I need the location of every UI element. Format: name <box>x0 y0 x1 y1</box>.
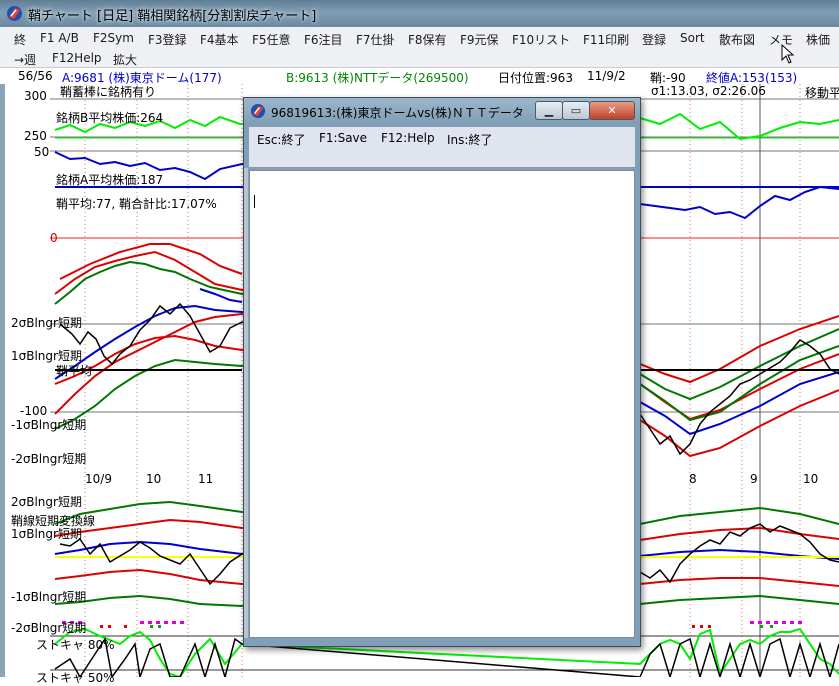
current-date: 11/9/2 <box>587 69 626 83</box>
bb-plus2-label: 2σBlngr短期 <box>11 316 82 330</box>
dialog-menu-save[interactable]: F1:Save <box>319 131 367 145</box>
close-button[interactable]: ✕ <box>589 101 635 120</box>
window-title: 鞘チャート [日足] 鞘相関銘柄[分割割戻チャート] <box>28 9 317 24</box>
bb2-plus2-label: 2σBlngr短期 <box>11 495 82 509</box>
y-tick-50: 50 <box>34 145 50 159</box>
x-tick-10b: 10 <box>803 472 819 486</box>
menu-f5-any[interactable]: F5任意 <box>252 31 291 48</box>
avg-a-label: 銘柄A平均株価:187 <box>56 173 164 187</box>
mouse-cursor-icon <box>781 44 795 64</box>
menu-f4-basic[interactable]: F4基本 <box>200 31 239 48</box>
moving-avg-label: 移動平 <box>805 86 839 100</box>
minimize-button[interactable]: ▁ <box>535 101 563 120</box>
y-tick-300: 300 <box>24 89 47 103</box>
sigma-values: σ1:13.03, σ2:26.06 <box>651 84 766 98</box>
bb2-minus2-label: -2σBlngr短期 <box>11 621 87 635</box>
bar-note-label: 鞘蓄棒に銘柄有り <box>60 85 157 99</box>
app-icon <box>7 6 22 21</box>
dialog-menu-esc-exit[interactable]: Esc:終了 <box>257 131 305 148</box>
menu-register[interactable]: 登録 <box>642 31 666 48</box>
spread-avg-label: 鞘平均:77, 鞘合計比:17.07% <box>56 197 217 211</box>
y-tick-0: 0 <box>50 231 58 245</box>
x-tick-9: 9 <box>750 472 758 486</box>
maximize-icon: ▭ <box>570 104 582 117</box>
record-count: 56/56 <box>18 69 53 83</box>
x-tick-10: 10 <box>146 472 162 486</box>
menu-f3-register[interactable]: F3登録 <box>148 31 187 48</box>
dialog-title-bar[interactable]: 96819613:(株)東京ドームvs(株)ＮＴＴデータ ▁ ▭ ✕ <box>244 98 640 125</box>
y-tick-250: 250 <box>24 129 47 143</box>
menu-f7-entry[interactable]: F7仕掛 <box>356 31 395 48</box>
menu-f11-print[interactable]: F11印刷 <box>583 31 629 48</box>
bb2-minus1-label: -1σBlngr短期 <box>11 590 87 604</box>
menu-weekly[interactable]: →週 <box>14 51 36 68</box>
stoch-50-label: ストキャ 50% <box>36 671 115 685</box>
stoch-80-label: ストキャ 80% <box>36 638 115 652</box>
x-tick-8: 8 <box>689 472 697 486</box>
dialog-app-icon <box>250 103 266 119</box>
dialog-menu-help[interactable]: F12:Help <box>381 131 435 145</box>
menu-bar: 終 F1 A/B F2Sym F3登録 F4基本 F5任意 F6注目 F7仕掛 … <box>0 27 839 68</box>
menu-exit[interactable]: 終 <box>14 31 26 48</box>
menu-zoom[interactable]: 拡大 <box>113 51 137 68</box>
text-caret <box>254 195 255 208</box>
menu-f8-hold[interactable]: F8保有 <box>408 31 447 48</box>
spread-mean-label: 鞘平均 <box>56 364 93 378</box>
memo-text-area[interactable] <box>249 170 635 638</box>
x-tick-10-9: 10/9 <box>85 472 112 486</box>
menu-f9-orig-hold[interactable]: F9元保 <box>460 31 499 48</box>
dialog-title: 96819613:(株)東京ドームvs(株)ＮＴＴデータ <box>271 106 524 120</box>
close-icon: ✕ <box>607 104 617 117</box>
menu-scatter[interactable]: 散布図 <box>719 31 755 48</box>
menu-f2-sym[interactable]: F2Sym <box>93 31 134 45</box>
app-title-bar: 鞘チャート [日足] 鞘相関銘柄[分割割戻チャート] <box>0 0 839 27</box>
bb-minus2-label: -2σBlngr短期 <box>11 452 87 466</box>
avg-b-label: 銘柄B平均株価:264 <box>56 111 164 125</box>
bb-minus1-label: -1σBlngr短期 <box>11 418 87 432</box>
x-tick-11: 11 <box>198 472 214 486</box>
menu-f1-ab[interactable]: F1 A/B <box>40 31 79 45</box>
bb2-plus1-label: 1σBlngr短期 <box>11 527 82 541</box>
dialog-menu-ins-exit[interactable]: Ins:終了 <box>447 131 492 148</box>
menu-f6-watch[interactable]: F6注目 <box>304 31 343 48</box>
minimize-icon: ▁ <box>544 104 554 117</box>
info-row: 56/56 A:9681 (株)東京ドーム(177) B:9613 (株)NTT… <box>0 68 839 85</box>
memo-dialog: 96819613:(株)東京ドームvs(株)ＮＴＴデータ ▁ ▭ ✕ Esc:終… <box>243 97 641 647</box>
maximize-button[interactable]: ▭ <box>562 101 590 120</box>
dialog-left-border <box>244 168 248 638</box>
dialog-menu-bar: Esc:終了 F1:Save F12:Help Ins:終了 <box>249 127 635 168</box>
menu-price[interactable]: 株価 <box>806 31 830 48</box>
menu-f10-list[interactable]: F10リスト <box>512 31 570 48</box>
menu-f12-help[interactable]: F12Help <box>52 51 102 65</box>
menu-sort[interactable]: Sort <box>680 31 705 45</box>
